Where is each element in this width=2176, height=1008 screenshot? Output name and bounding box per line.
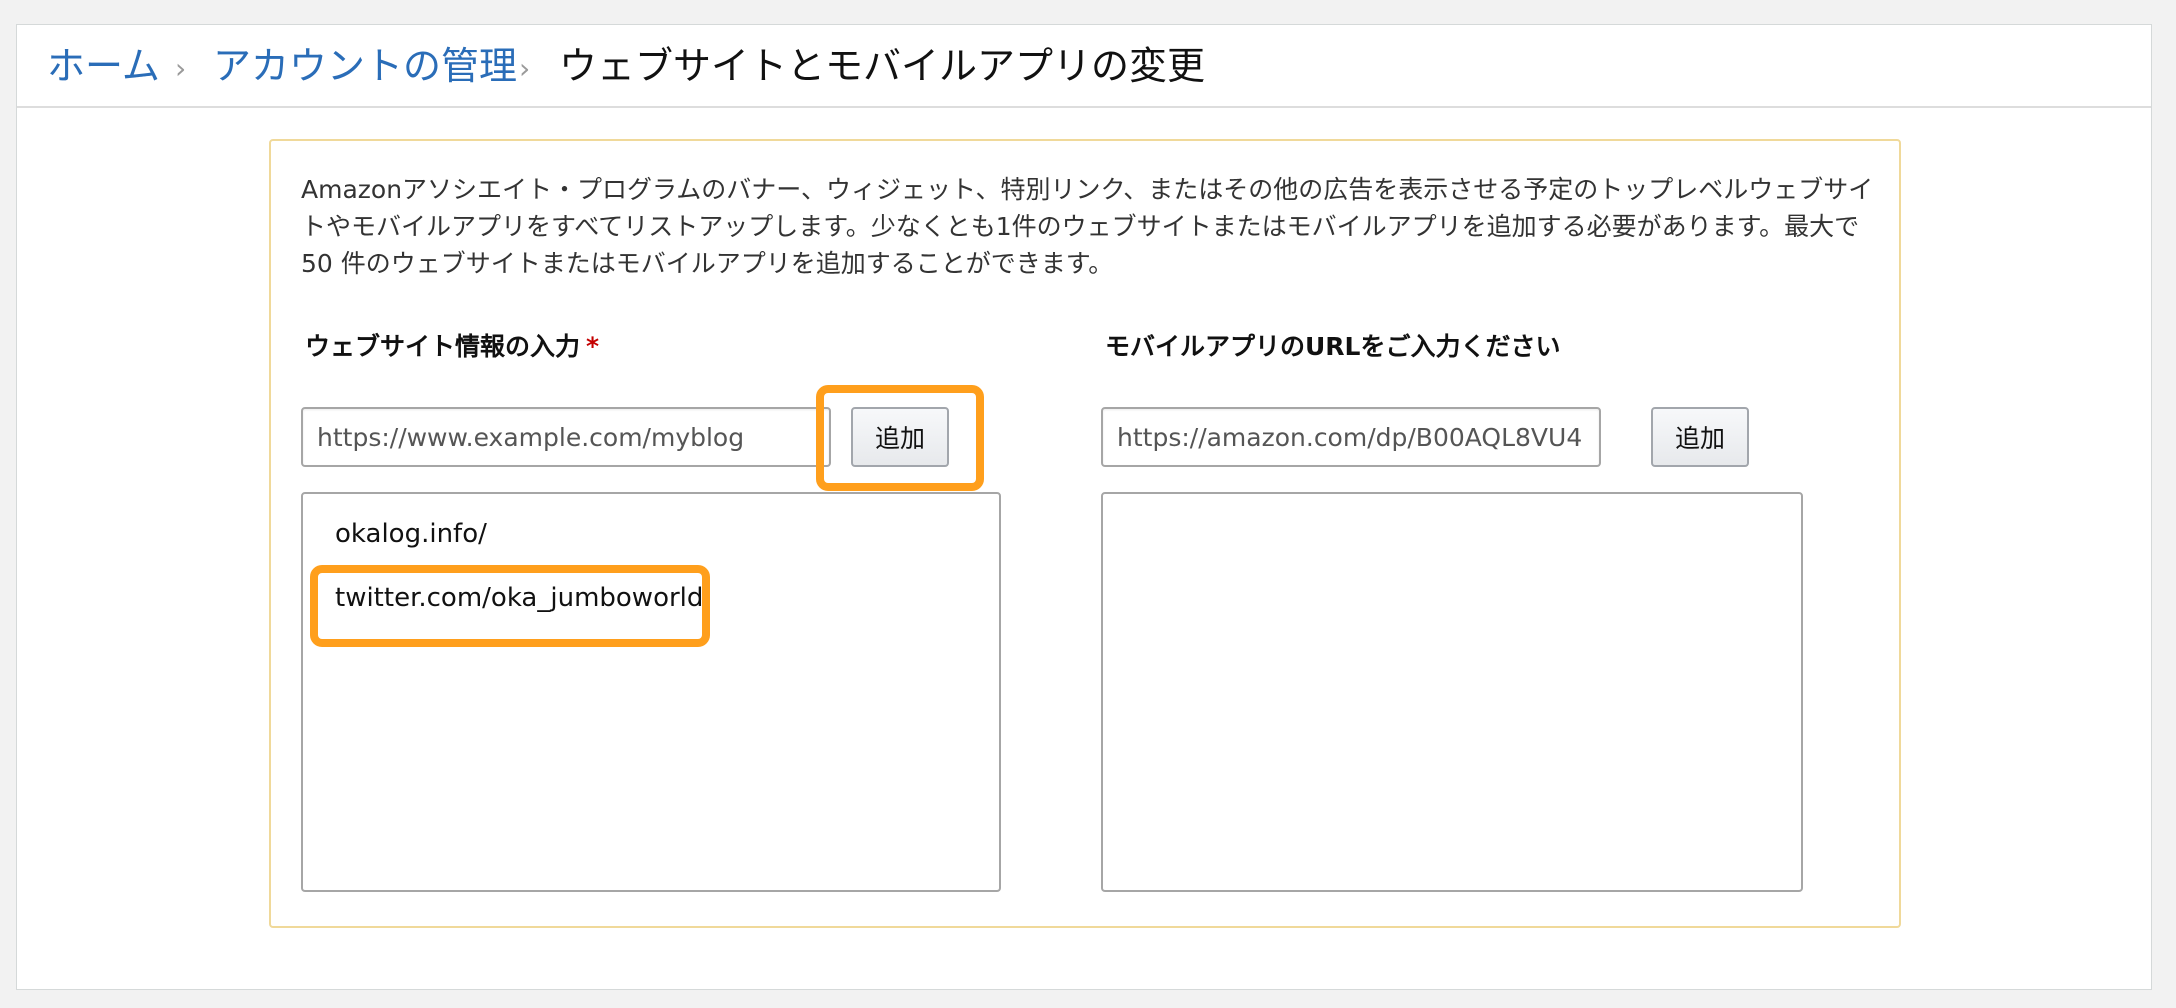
breadcrumb-home-link[interactable]: ホーム	[47, 41, 160, 91]
website-label-text: ウェブサイト情報の入力	[305, 332, 581, 361]
breadcrumb: ホーム › アカウントの管理 › ウェブサイトとモバイルアプリの変更	[17, 25, 2151, 108]
page-title: ウェブサイトとモバイルアプリの変更	[559, 44, 1206, 88]
required-mark: *	[586, 332, 600, 361]
description-text: Amazonアソシエイト・プログラムのバナー、ウィジェット、特別リンク、またはそ…	[301, 175, 1874, 278]
breadcrumb-separator: ›	[519, 52, 531, 85]
mobile-url-input[interactable]	[1101, 407, 1601, 467]
mobile-add-button[interactable]: 追加	[1651, 407, 1749, 467]
website-list-item[interactable]: twitter.com/oka_jumboworld	[335, 580, 703, 616]
breadcrumb-separator: ›	[175, 52, 187, 85]
page-container: ホーム › アカウントの管理 › ウェブサイトとモバイルアプリの変更 Amazo…	[16, 24, 2152, 990]
settings-panel: Amazonアソシエイト・プログラムのバナー、ウィジェット、特別リンク、またはそ…	[269, 139, 1901, 928]
website-list[interactable]: okalog.info/ twitter.com/oka_jumboworld	[301, 492, 1001, 892]
website-field-label: ウェブサイト情報の入力 *	[305, 329, 599, 365]
website-add-button[interactable]: 追加	[851, 407, 949, 467]
breadcrumb-account-link[interactable]: アカウントの管理	[213, 41, 517, 91]
website-url-input[interactable]	[301, 407, 831, 467]
mobile-app-list[interactable]	[1101, 492, 1803, 892]
mobile-field-label: モバイルアプリのURLをご入力ください	[1105, 332, 1561, 361]
website-list-item[interactable]: okalog.info/	[335, 516, 487, 552]
